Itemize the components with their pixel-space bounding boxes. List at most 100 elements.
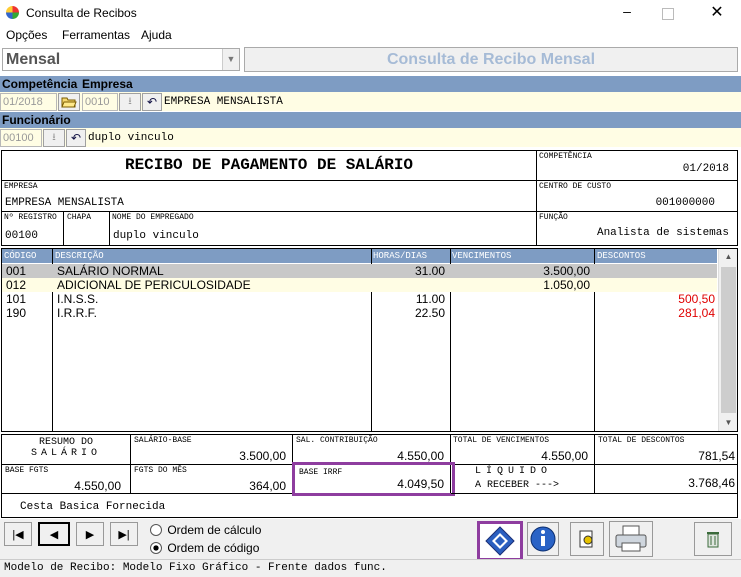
fgts-mes-value: 364,00 bbox=[249, 479, 286, 493]
cell-horas: 22.50 bbox=[414, 306, 445, 320]
table-row[interactable]: 001 SALÁRIO NORMAL 31.00 3.500,00 bbox=[2, 264, 717, 278]
scroll-down-icon[interactable]: ▼ bbox=[719, 415, 737, 431]
status-text: Modelo de Recibo: Modelo Fixo Gráfico - … bbox=[4, 562, 387, 574]
liquido-line1: LÍQUIDO bbox=[475, 466, 553, 477]
mode-select[interactable]: Mensal ▼ bbox=[2, 48, 240, 71]
print-button[interactable] bbox=[609, 521, 653, 557]
navigate-button[interactable] bbox=[477, 521, 523, 561]
table-row[interactable]: 101 I.N.S.S. 11.00 500,50 bbox=[2, 292, 717, 306]
order-codigo-label: Ordem de código bbox=[167, 540, 260, 555]
filter-header-2: Funcionário bbox=[0, 112, 741, 128]
cell-codigo: 012 bbox=[6, 278, 27, 292]
maximize-button[interactable] bbox=[662, 8, 674, 20]
navigate-arrows-icon bbox=[485, 526, 515, 556]
last-record-button[interactable]: ▶| bbox=[110, 522, 138, 546]
filter-row-2: 00100 ⭳ ↶ duplo vinculo bbox=[0, 128, 741, 147]
nome-value: duplo vinculo bbox=[113, 230, 199, 242]
competencia-label: Competência bbox=[2, 77, 78, 91]
salario-base-value: 3.500,00 bbox=[239, 449, 286, 463]
chevron-down-icon[interactable]: ▼ bbox=[222, 49, 239, 70]
total-desc-cell: TOTAL DE DESCONTOS 781,54 bbox=[595, 435, 737, 465]
info-button[interactable] bbox=[527, 522, 559, 556]
order-codigo-radio[interactable]: Ordem de código bbox=[150, 540, 260, 555]
chapa-label: CHAPA bbox=[67, 213, 92, 222]
folder-open-icon[interactable] bbox=[58, 93, 80, 111]
resumo-cell: RESUMO DO SALÁRIO bbox=[2, 435, 131, 465]
fgts-mes-cell: FGTS DO MÊS 364,00 bbox=[131, 465, 293, 494]
cell-codigo: 190 bbox=[6, 306, 27, 320]
table-row[interactable]: 190 I.R.R.F. 22.50 281,04 bbox=[2, 306, 717, 320]
funcionario-label: Funcionário bbox=[2, 113, 71, 127]
salario-base-cell: SALÁRIO-BASE 3.500,00 bbox=[131, 435, 293, 465]
prev-record-button[interactable]: ◀ bbox=[38, 522, 70, 546]
competencia-cell-label: COMPETÊNCIA bbox=[539, 152, 592, 161]
base-fgts-value: 4.550,00 bbox=[74, 479, 121, 493]
registro-cell: Nº REGISTRO 00100 bbox=[2, 212, 64, 245]
receipt-title: RECIBO DE PAGAMENTO DE SALÁRIO bbox=[124, 156, 414, 174]
funcionario-code-input[interactable]: 00100 bbox=[0, 129, 42, 147]
salario-base-label: SALÁRIO-BASE bbox=[134, 436, 192, 445]
receipt-header: RECIBO DE PAGAMENTO DE SALÁRIO COMPETÊNC… bbox=[1, 150, 738, 246]
sal-contrib-label: SAL. CONTRIBUIÇÃO bbox=[296, 436, 378, 445]
resumo-line2: SALÁRIO bbox=[30, 448, 101, 459]
funcionario-name: duplo vinculo bbox=[88, 132, 174, 144]
empresa-cell: EMPRESA EMPRESA MENSALISTA bbox=[2, 181, 537, 212]
liquido-line2: A RECEBER ---> bbox=[475, 480, 560, 491]
undo-icon[interactable]: ↶ bbox=[66, 129, 86, 147]
order-calculo-label: Ordem de cálculo bbox=[167, 522, 262, 537]
grid-scrollbar[interactable]: ▲ ▼ bbox=[718, 249, 737, 431]
total-desc-value: 781,54 bbox=[698, 449, 735, 463]
next-record-button[interactable]: ▶ bbox=[76, 522, 104, 546]
funcao-cell: FUNÇÃO Analista de sistemas bbox=[537, 212, 737, 245]
cell-desc: 281,04 bbox=[678, 306, 715, 320]
scroll-up-icon[interactable]: ▲ bbox=[719, 249, 737, 265]
chapa-cell: CHAPA bbox=[64, 212, 110, 245]
base-fgts-label: BASE FGTS bbox=[5, 466, 49, 475]
col-vencimentos[interactable]: VENCIMENTOS bbox=[452, 251, 511, 261]
close-button[interactable]: ✕ bbox=[706, 2, 728, 22]
liquido-cell: LÍQUIDO A RECEBER ---> bbox=[451, 465, 595, 494]
fgts-mes-label: FGTS DO MÊS bbox=[134, 466, 187, 475]
total-venc-value: 4.550,00 bbox=[541, 449, 588, 463]
order-calculo-radio[interactable]: Ordem de cálculo bbox=[150, 522, 262, 537]
col-descricao[interactable]: DESCRIÇÃO bbox=[55, 251, 104, 261]
title-bar: Consulta de Recibos – ✕ bbox=[0, 0, 741, 26]
panel-title-text: Consulta de Recibo Mensal bbox=[386, 51, 596, 68]
settings-button[interactable] bbox=[570, 522, 604, 556]
centro-custo-label: CENTRO DE CUSTO bbox=[539, 182, 612, 191]
base-fgts-cell: BASE FGTS 4.550,00 bbox=[2, 465, 131, 494]
empresa-label: Empresa bbox=[82, 77, 133, 91]
minimize-button[interactable]: – bbox=[617, 3, 637, 21]
cell-desc: 500,50 bbox=[678, 292, 715, 306]
cell-codigo: 001 bbox=[6, 264, 27, 278]
competencia-input[interactable]: 01/2018 bbox=[0, 93, 57, 111]
table-row[interactable]: 012 ADICIONAL DE PERICULOSIDADE 1.050,00 bbox=[2, 278, 717, 292]
col-descontos[interactable]: DESCONTOS bbox=[597, 251, 646, 261]
empresa-cell-value: EMPRESA MENSALISTA bbox=[5, 197, 124, 209]
centro-custo-value: 001000000 bbox=[655, 197, 715, 209]
total-desc-label: TOTAL DE DESCONTOS bbox=[598, 436, 685, 445]
total-venc-label: TOTAL DE VENCIMENTOS bbox=[453, 436, 550, 445]
competencia-cell: COMPETÊNCIA 01/2018 bbox=[537, 151, 737, 181]
registro-label: Nº REGISTRO bbox=[4, 213, 57, 222]
nome-cell: NOME DO EMPREGADO duplo vinculo bbox=[110, 212, 537, 245]
download-arrow-icon[interactable]: ⭳ bbox=[43, 129, 65, 147]
col-horas[interactable]: HORAS/DIAS bbox=[373, 251, 427, 261]
download-arrow-icon[interactable]: ⭳ bbox=[119, 93, 141, 111]
col-codigo[interactable]: CÓDIGO bbox=[4, 251, 36, 261]
first-record-button[interactable]: |◀ bbox=[4, 522, 32, 546]
empresa-name: EMPRESA MENSALISTA bbox=[164, 96, 283, 108]
undo-icon[interactable]: ↶ bbox=[142, 93, 162, 111]
menu-opcoes[interactable]: Opções bbox=[6, 28, 47, 42]
panel-title: Consulta de Recibo Mensal bbox=[244, 47, 738, 72]
cell-descricao: I.R.R.F. bbox=[57, 306, 98, 320]
last-icon: ▶| bbox=[118, 528, 130, 541]
app-icon bbox=[6, 6, 19, 19]
funcao-label: FUNÇÃO bbox=[539, 213, 568, 222]
delete-button[interactable] bbox=[694, 522, 732, 556]
scroll-thumb[interactable] bbox=[721, 267, 736, 413]
mode-select-value: Mensal bbox=[6, 51, 61, 68]
menu-ajuda[interactable]: Ajuda bbox=[141, 28, 172, 42]
empresa-code-input[interactable]: 0010 bbox=[82, 93, 118, 111]
menu-ferramentas[interactable]: Ferramentas bbox=[62, 28, 130, 42]
